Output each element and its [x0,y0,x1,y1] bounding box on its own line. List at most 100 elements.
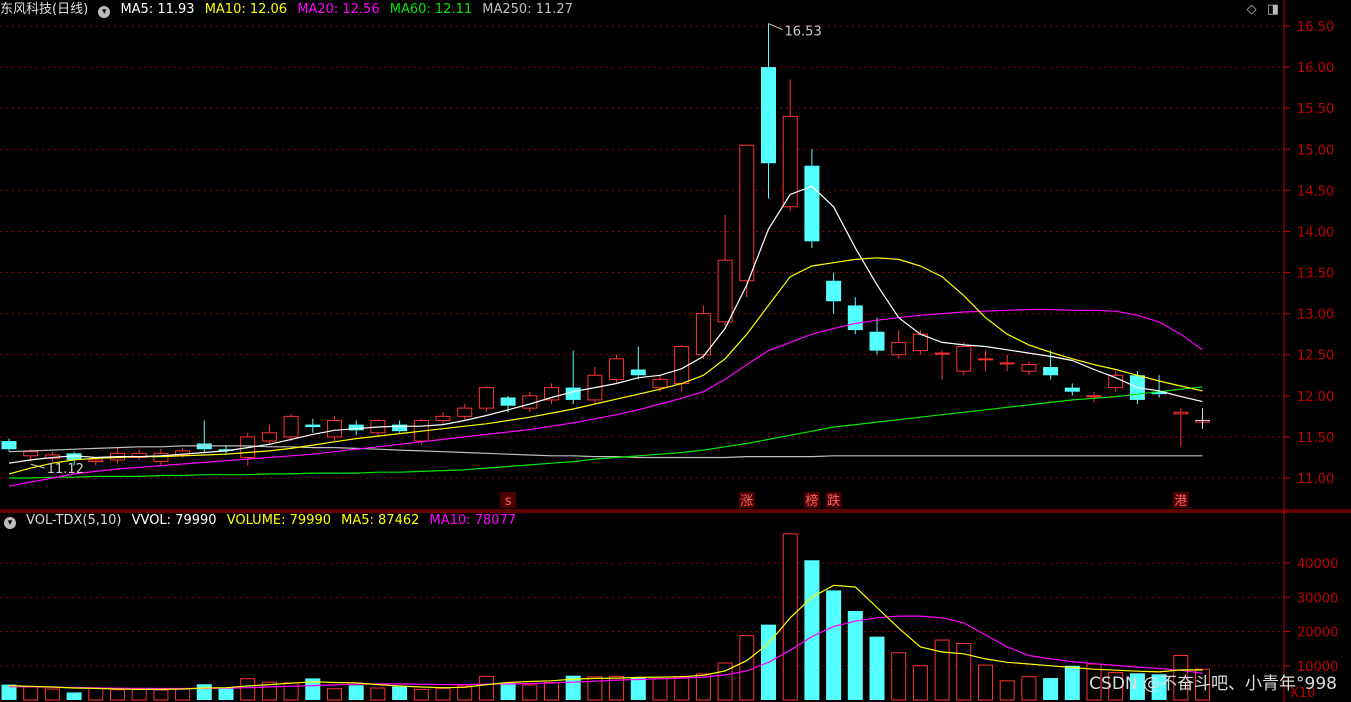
ma60-legend: MA60: 12.11 [389,2,473,17]
candle-body-up [652,378,668,389]
candle-body-up [478,387,494,409]
volume-bar-up [934,639,950,701]
price-tick-label: 15.00 [1297,143,1334,158]
candle-body-up [283,415,299,438]
volume-bar-up [153,689,169,701]
candle [869,317,885,355]
volume-bar-up [457,685,473,701]
candle-body-up [956,346,972,372]
candle-body-up [674,346,690,384]
candle [544,383,559,405]
candle [587,367,603,405]
volume-bar-up [912,665,928,701]
event-marker: 榜 [805,493,818,509]
candle-body-up [457,407,473,417]
panel-toggle-icon[interactable]: ◨ [1267,2,1279,17]
volume-bar-up [544,682,559,701]
candle [1,438,17,452]
candle [1151,375,1167,398]
price-tick-label: 12.50 [1297,349,1334,364]
volume-bar-up [435,687,451,701]
candle-body-down [1064,387,1080,392]
candle-body-down [500,397,516,406]
candle [891,330,907,359]
volume-bar-up [978,664,993,701]
candle-body-down [847,305,863,331]
candle-body-up [153,452,169,463]
low-price-label: 11.12 [47,462,84,477]
volume-menu-icon[interactable]: ▾ [4,517,16,529]
volume-bar-up [1021,676,1037,701]
candle [1021,361,1037,376]
candle-body-down [1,441,17,450]
candle [435,412,451,425]
candle [1108,371,1124,392]
candle [283,413,299,442]
candle [609,354,625,384]
stock-title: 东风科技(日线) [0,2,89,17]
ma250-legend: MA250: 11.27 [482,2,573,17]
event-marker: 港 [1174,494,1187,509]
volume-indicator-title[interactable]: VOL-TDX(5,10) [26,513,121,528]
volume-bar-up [327,688,342,701]
ma20-legend: MA20: 12.56 [297,2,380,17]
candle [761,23,776,199]
candle-body-up [261,432,277,442]
candle [1086,391,1102,403]
candle-body-up [88,459,104,463]
volume-tick-label: 40000 [1297,557,1338,572]
candle [956,342,972,376]
candle-body-down [761,67,776,164]
price-tick-label: 16.50 [1297,20,1334,35]
volume-bar-up [587,676,603,701]
volume-bar-down [630,677,646,700]
volume-bar-up [240,678,256,701]
volume-bar-up [370,687,386,701]
volume-ma5-line [8,584,1203,691]
ma20-line [8,308,1203,487]
candle [457,404,473,421]
candle [131,449,147,460]
candle [978,350,993,372]
candle-body-up [739,144,755,282]
candle-body-down [392,424,408,432]
candle [110,446,125,464]
ma5-line [8,185,1203,464]
candle-body-down [305,424,321,428]
volume-bar-up [739,635,755,701]
price-tick-label: 16.00 [1297,61,1334,76]
volume-bar-down [500,682,516,700]
candle [826,272,842,314]
price-tick-label: 14.00 [1297,225,1334,240]
volume-bar-up [782,533,798,701]
volume-bar-down [218,688,234,700]
candle-body-down [1043,367,1059,376]
candle-body-down [826,280,842,302]
diamond-icon[interactable]: ◇ [1247,2,1257,17]
candle-body-up [609,358,625,380]
volume-bar-down [1064,665,1080,700]
indicator-menu-icon[interactable]: ▾ [98,6,111,18]
candle [1064,383,1080,396]
volume-bar-up [88,687,104,701]
candle [1173,408,1189,447]
candle-body-up [435,415,451,421]
volume-bar-down [196,684,212,700]
candle [261,424,277,446]
candle [630,346,646,380]
volume-bar-down [348,685,364,700]
price-tick-label: 12.00 [1297,390,1334,405]
candle [327,416,342,442]
stock-chart[interactable]: 16.50 16.00 15.50 15.00 14.50 14.00 13.50 13.00… [0,0,1351,702]
candle-body-down [804,165,820,242]
candle-body-up [978,358,993,361]
vol-ma5-legend: MA5: 87462 [341,513,420,528]
volume-bar-down [1043,678,1059,700]
candle-body-up [1173,411,1189,415]
candle-body-up [717,259,733,323]
volume-tick-label: 20000 [1297,626,1338,641]
price-tick-label: 11.00 [1297,472,1334,487]
candle-body-down [630,369,646,376]
candle-body-up [1021,364,1037,372]
volume-bar-down [66,692,82,700]
